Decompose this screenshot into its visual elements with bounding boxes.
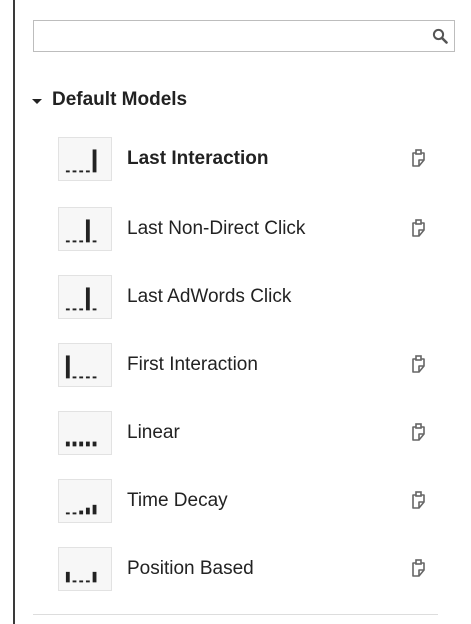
- thumb-bar: [79, 580, 84, 583]
- model-label: Time Decay: [127, 490, 228, 511]
- copy-icon[interactable]: [410, 490, 428, 510]
- last-adwords-click-chart-icon: [58, 275, 112, 319]
- model-label: First Interaction: [127, 354, 258, 375]
- thumb-bar: [85, 170, 90, 173]
- thumb-bar: [85, 441, 90, 447]
- thumb-bar: [92, 504, 97, 515]
- last-interaction-chart-icon: [58, 137, 112, 181]
- thumb-bar: [72, 240, 77, 243]
- model-item[interactable]: Last AdWords Click: [58, 274, 458, 320]
- last-non-direct-click-chart-icon: [58, 207, 112, 251]
- thumb-bar: [72, 512, 77, 515]
- thumb-bar: [72, 170, 77, 173]
- model-label: Last AdWords Click: [127, 286, 292, 307]
- time-decay-chart-icon: [58, 479, 112, 523]
- thumb-bar: [92, 308, 97, 311]
- first-interaction-chart-icon: [58, 343, 112, 387]
- thumb-bar: [72, 376, 77, 379]
- search-icon[interactable]: [432, 28, 448, 44]
- model-item[interactable]: Time Decay: [58, 478, 458, 524]
- thumb-bar: [72, 441, 77, 447]
- model-label: Last Non-Direct Click: [127, 218, 306, 239]
- thumb-bar: [65, 240, 70, 243]
- model-item[interactable]: First Interaction: [58, 342, 458, 388]
- copy-icon[interactable]: [410, 558, 428, 578]
- thumb-bar: [65, 512, 70, 515]
- thumb-bar: [72, 308, 77, 311]
- thumb-bar: [92, 376, 97, 379]
- linear-chart-icon: [58, 411, 112, 455]
- copy-icon[interactable]: [410, 354, 428, 374]
- thumb-bar: [85, 507, 90, 515]
- default-models-section-toggle[interactable]: Default Models: [30, 86, 187, 114]
- thumb-bar: [85, 219, 90, 243]
- copy-icon[interactable]: [410, 218, 428, 238]
- thumb-bar: [85, 580, 90, 583]
- thumb-bar: [92, 441, 97, 447]
- search-input[interactable]: [34, 21, 414, 51]
- thumb-bar: [65, 170, 70, 173]
- thumb-bar: [65, 571, 70, 583]
- caret-down-icon: [32, 99, 42, 104]
- thumb-bar: [65, 308, 70, 311]
- model-item[interactable]: Position Based: [58, 546, 458, 592]
- bottom-divider: [33, 614, 438, 615]
- section-title: Default Models: [52, 89, 188, 110]
- search-box[interactable]: [33, 20, 455, 52]
- model-item[interactable]: Last Non-Direct Click: [58, 206, 458, 252]
- left-divider: [13, 0, 15, 624]
- position-based-chart-icon: [58, 547, 112, 591]
- thumb-bar: [85, 287, 90, 311]
- model-item[interactable]: Last Interaction: [58, 136, 458, 182]
- thumb-bar: [72, 580, 77, 583]
- thumb-bar: [79, 510, 84, 515]
- model-label: Linear: [127, 422, 180, 443]
- thumb-bar: [79, 170, 84, 173]
- copy-icon[interactable]: [410, 422, 428, 442]
- thumb-bar: [65, 355, 70, 379]
- thumb-bar: [85, 376, 90, 379]
- thumb-bar: [79, 376, 84, 379]
- model-label: Last Interaction: [127, 148, 269, 169]
- thumb-bar: [92, 149, 97, 173]
- thumb-bar: [79, 240, 84, 243]
- copy-icon[interactable]: [410, 148, 428, 168]
- thumb-bar: [79, 441, 84, 447]
- thumb-bar: [65, 441, 70, 447]
- model-label: Position Based: [127, 558, 254, 579]
- thumb-bar: [79, 308, 84, 311]
- model-item[interactable]: Linear: [58, 410, 458, 456]
- thumb-bar: [92, 240, 97, 243]
- thumb-bar: [92, 571, 97, 583]
